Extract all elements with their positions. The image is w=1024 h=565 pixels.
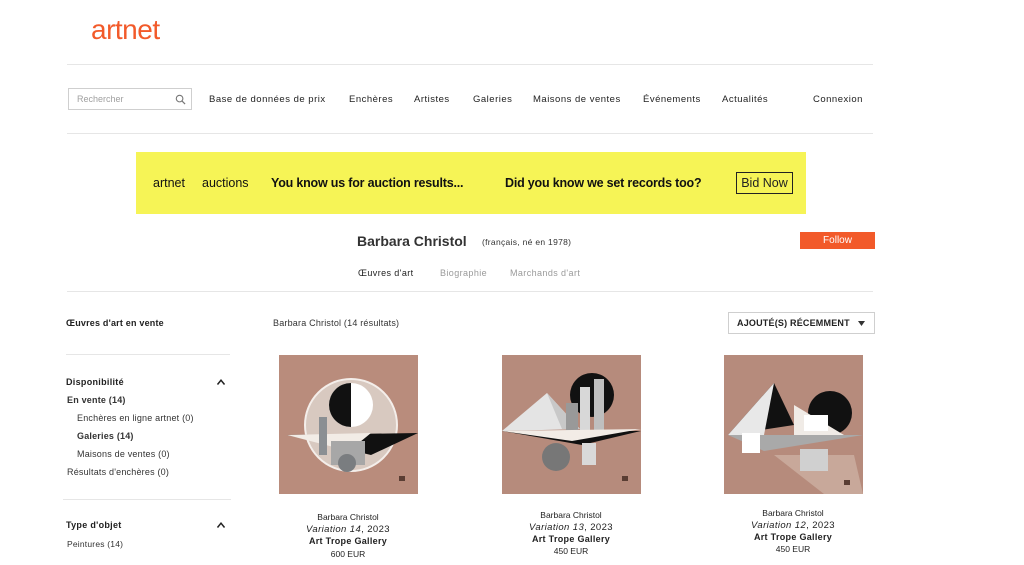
results-count: Barbara Christol (14 résultats) (273, 318, 400, 328)
artwork-image[interactable] (502, 355, 641, 494)
artwork-title[interactable]: Variation 13, 2023 (481, 522, 661, 533)
artwork-gallery[interactable]: Art Trope Gallery (703, 532, 883, 542)
banner-text-1: You know us for auction results... (271, 176, 464, 190)
filter-galleries[interactable]: Galeries (14) (77, 431, 134, 441)
tab-biography[interactable]: Biographie (440, 268, 487, 278)
header-divider (67, 64, 873, 65)
nav-auction-houses[interactable]: Maisons de ventes (533, 94, 621, 105)
artwork-title[interactable]: Variation 14, 2023 (258, 524, 438, 535)
artwork-title-text[interactable]: Variation 14 (306, 524, 361, 535)
tab-dealers[interactable]: Marchands d'art (510, 268, 580, 278)
artwork-year: , 2023 (806, 520, 835, 531)
nav-divider (67, 133, 873, 134)
banner-brand: artnet (153, 176, 185, 190)
caret-down-icon (858, 321, 865, 326)
artwork-artist[interactable]: Barbara Christol (703, 508, 883, 518)
artist-meta: (français, né en 1978) (482, 237, 572, 247)
auction-banner[interactable]: artnet auctions You know us for auction … (136, 152, 806, 214)
follow-button[interactable]: Follow (800, 232, 875, 249)
artwork-price: 450 EUR (553, 546, 589, 556)
tab-artworks[interactable]: Œuvres d'art (358, 268, 414, 278)
filter-auction-houses[interactable]: Maisons de ventes (0) (77, 449, 170, 459)
sidebar-divider-2 (63, 499, 231, 500)
artwork-year: , 2023 (361, 524, 390, 535)
artwork-artist[interactable]: Barbara Christol (481, 510, 661, 520)
filter-auction-results[interactable]: Résultats d'enchères (0) (67, 467, 169, 477)
artwork-title-text[interactable]: Variation 13 (529, 522, 584, 533)
artwork-image[interactable] (279, 355, 418, 494)
artwork-title-text[interactable]: Variation 12 (751, 520, 806, 531)
filter-paintings[interactable]: Peintures (14) (67, 539, 123, 549)
artwork-gallery[interactable]: Art Trope Gallery (481, 534, 661, 544)
banner-text-2: Did you know we set records too? (505, 176, 702, 190)
sidebar-divider (66, 354, 230, 355)
artwork-price: 600 EUR (330, 549, 366, 559)
main-nav: Base de données de prix Enchères Artiste… (0, 94, 1024, 106)
artwork-image[interactable] (724, 355, 863, 494)
nav-news[interactable]: Actualités (722, 94, 768, 105)
banner-brand-auctions: auctions (202, 176, 249, 190)
bid-now-button[interactable]: Bid Now (736, 172, 793, 194)
nav-price-database[interactable]: Base de données de prix (209, 94, 326, 105)
nav-artists[interactable]: Artistes (414, 94, 450, 105)
nav-events[interactable]: Événements (643, 94, 701, 105)
availability-heading[interactable]: Disponibilité (66, 377, 124, 387)
artist-name: Barbara Christol (357, 233, 467, 249)
collapse-object-type-icon[interactable] (217, 522, 225, 528)
sidebar-title: Œuvres d'art en vente (66, 318, 164, 328)
filter-artnet-auctions[interactable]: Enchères en ligne artnet (0) (77, 413, 194, 423)
tabs-divider (67, 291, 873, 292)
filter-for-sale[interactable]: En vente (14) (67, 395, 126, 405)
artwork-year: , 2023 (584, 522, 613, 533)
login-link[interactable]: Connexion (813, 94, 863, 105)
sort-dropdown[interactable]: AJOUTÉ(S) RÉCEMMENT (728, 312, 875, 334)
artwork-price: 450 EUR (775, 544, 811, 554)
nav-auctions[interactable]: Enchères (349, 94, 393, 105)
nav-galleries[interactable]: Galeries (473, 94, 512, 105)
artwork-gallery[interactable]: Art Trope Gallery (258, 536, 438, 546)
artwork-artist[interactable]: Barbara Christol (258, 512, 438, 522)
artnet-logo[interactable]: artnet (91, 14, 160, 46)
artwork-title[interactable]: Variation 12, 2023 (703, 520, 883, 531)
object-type-heading[interactable]: Type d'objet (66, 520, 122, 530)
collapse-availability-icon[interactable] (217, 379, 225, 385)
sort-value: AJOUTÉ(S) RÉCEMMENT (737, 318, 850, 328)
